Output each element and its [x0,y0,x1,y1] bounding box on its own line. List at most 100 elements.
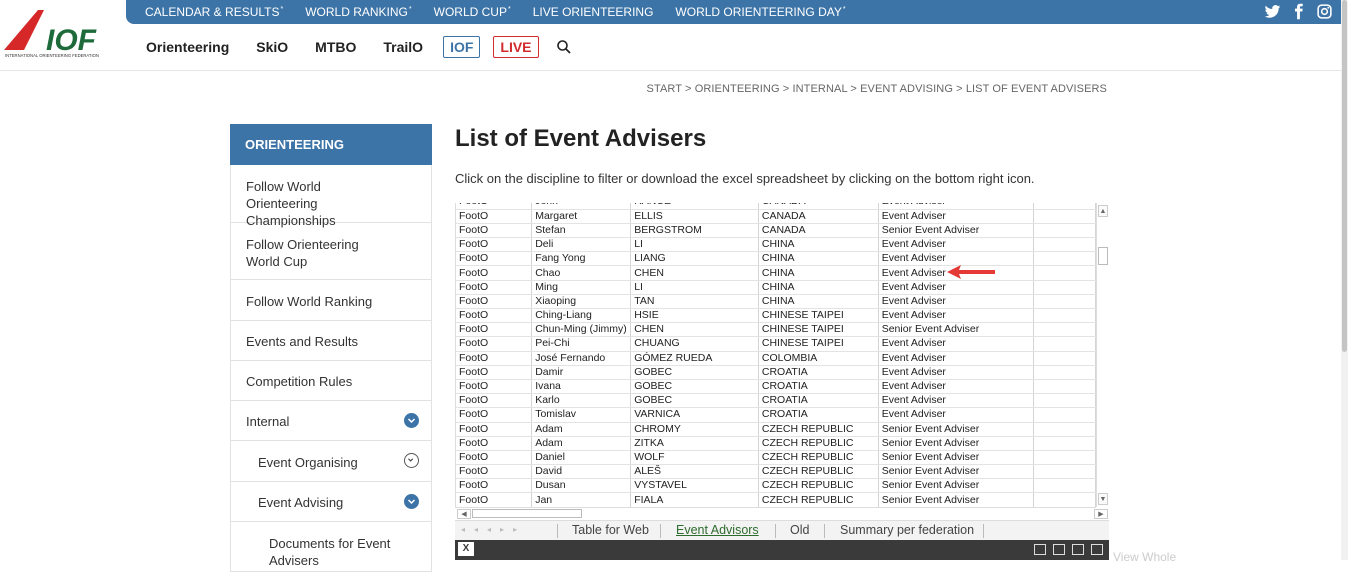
table-cell[interactable]: Pei-Chi [531,336,632,352]
spreadsheet-hscroll-thumb[interactable] [472,509,582,518]
table-cell[interactable]: Senior Event Adviser [878,464,1035,480]
table-cell[interactable] [1033,464,1096,480]
table-row[interactable]: FootO Margaret ELLIS CANADA Event Adviser [456,209,1096,224]
table-cell[interactable]: CHUANG [630,336,759,352]
table-cell[interactable] [1033,209,1096,224]
table-cell[interactable] [1033,351,1096,366]
table-cell[interactable]: Stefan [531,223,632,239]
table-row[interactable]: FootO Karlo GOBEC CROATIA Event Adviser [456,393,1096,409]
twitter-icon[interactable] [1264,3,1281,20]
table-cell[interactable]: José Fernando [531,351,632,366]
chevron-down-icon[interactable] [404,453,419,468]
table-row[interactable]: FootO Adam ZITKA CZECH REPUBLIC Senior Event… [456,436,1096,451]
table-cell[interactable]: Tomislav [531,407,632,423]
table-cell[interactable]: ZITKA [630,436,759,451]
table-cell[interactable]: CROATIA [758,407,879,423]
sidebar-item-event-advising[interactable]: Event Advising [230,482,432,522]
table-cell[interactable]: FootO [456,209,533,224]
tab-table-for-web[interactable]: Table for Web [572,523,649,537]
table-cell[interactable]: FootO [456,223,533,239]
sidebar-item-wocs[interactable]: Follow World Orienteering Championships [230,165,432,228]
table-cell[interactable]: WOLF [630,450,759,466]
table-cell[interactable] [1033,280,1096,295]
table-row[interactable]: FootO Stefan BERGSTROM CANADA Senior Event A… [456,223,1096,239]
table-cell[interactable]: CZECH REPUBLIC [758,450,879,466]
sidebar-item-internal[interactable]: Internal [230,401,432,441]
table-cell[interactable]: Adam [531,436,632,451]
table-cell[interactable]: CROATIA [758,379,879,395]
table-cell[interactable]: FootO [456,351,533,366]
download-icon[interactable] [1034,544,1046,555]
table-cell[interactable]: CHINA [758,237,879,253]
embedded-spreadsheet[interactable]: FootOJohnRANCECANADAEvent AdviserFootOMa… [455,199,1109,560]
table-cell[interactable] [1033,393,1096,409]
scroll-right-icon[interactable]: ▶ [1094,509,1108,519]
table-row[interactable]: FootO Fang Yong LIANG CHINA Event Adviser [456,251,1096,267]
search-icon[interactable] [556,39,572,55]
table-cell[interactable]: CZECH REPUBLIC [758,478,879,494]
table-cell[interactable] [1033,251,1096,267]
table-cell[interactable]: CHINA [758,280,879,295]
table-cell[interactable]: CHEN [630,265,759,281]
table-cell[interactable]: GOBEC [630,379,759,395]
table-cell[interactable] [1033,422,1096,437]
table-cell[interactable]: FootO [456,464,533,480]
table-cell[interactable]: Event Adviser [878,351,1035,366]
table-row[interactable]: FootO José Fernando GÓMEZ RUEDA COLOMBIA Eve… [456,351,1096,366]
table-cell[interactable]: Senior Event Adviser [878,450,1035,466]
table-cell[interactable]: Ivana [531,379,632,395]
nav-live-badge[interactable]: LIVE [493,36,539,58]
table-cell[interactable]: FootO [456,322,533,338]
table-cell[interactable]: CHEN [630,322,759,338]
table-cell[interactable]: Event Adviser [878,379,1035,395]
table-cell[interactable]: Ching-Liang [531,308,632,324]
sidebar-item-competition-rules[interactable]: Competition Rules [230,361,432,401]
table-cell[interactable]: FootO [456,492,533,507]
table-cell[interactable]: VYSTAVEL [630,478,759,494]
table-cell[interactable] [1033,237,1096,253]
table-cell[interactable] [1033,294,1096,310]
sheet-nav-arrows[interactable]: ◂◂◂▸▸ [461,525,526,534]
table-cell[interactable]: Senior Event Adviser [878,478,1035,494]
spreadsheet-horizontal-scrollbar[interactable]: ◀ ▶ [455,507,1108,519]
table-cell[interactable]: COLOMBIA [758,351,879,366]
spreadsheet-scroll-thumb[interactable] [1098,247,1108,265]
table-cell[interactable]: CHINESE TAIPEI [758,336,879,352]
nav-trailo[interactable]: TrailO [383,39,423,55]
table-cell[interactable]: CANADA [758,223,879,239]
nav-orienteering[interactable]: Orienteering [146,39,229,55]
view-icon[interactable] [1053,544,1065,555]
table-cell[interactable]: CHROMY [630,422,759,437]
table-cell[interactable]: CZECH REPUBLIC [758,422,879,437]
top-link-1[interactable]: WORLD RANKING* [305,5,411,19]
table-cell[interactable]: HSIE [630,308,759,324]
top-link-2[interactable]: WORLD CUP* [434,5,511,19]
table-cell[interactable]: Senior Event Adviser [878,422,1035,437]
table-cell[interactable]: Chao [531,265,632,281]
view-whole-link[interactable]: View Whole [1113,550,1176,564]
table-row[interactable]: FootO Tomislav VARNICA CROATIA Event Adviser [456,407,1096,423]
table-cell[interactable]: LI [630,280,759,295]
table-row[interactable]: FootO Dusan VYSTAVEL CZECH REPUBLIC Senior E… [456,478,1096,494]
table-cell[interactable]: CROATIA [758,365,879,380]
top-link-4[interactable]: WORLD ORIENTEERING DAY* [675,5,845,19]
table-cell[interactable] [1033,478,1096,494]
table-cell[interactable]: ALEŠ [630,464,759,480]
top-link-0[interactable]: CALENDAR & RESULTS* [145,5,283,19]
iof-logo[interactable]: IOF INTERNATIONAL ORIENTEERING FEDERATIO… [0,0,126,70]
table-cell[interactable] [1033,223,1096,239]
table-cell[interactable]: Event Adviser [878,294,1035,310]
page-scrollbar-thumb[interactable] [1342,0,1347,352]
table-cell[interactable]: FootO [456,436,533,451]
nav-mtbo[interactable]: MTBO [315,39,356,55]
table-cell[interactable]: Fang Yong [531,251,632,267]
fullscreen-icon[interactable] [1091,544,1103,555]
table-cell[interactable]: Event Adviser [878,237,1035,253]
table-cell[interactable] [1033,322,1096,338]
table-cell[interactable]: Xiaoping [531,294,632,310]
table-cell[interactable]: ELLIS [630,209,759,224]
table-cell[interactable]: Event Adviser [878,308,1035,324]
chevron-down-icon[interactable] [404,412,419,428]
table-cell[interactable]: Event Adviser [878,280,1035,295]
table-cell[interactable]: Senior Event Adviser [878,223,1035,239]
